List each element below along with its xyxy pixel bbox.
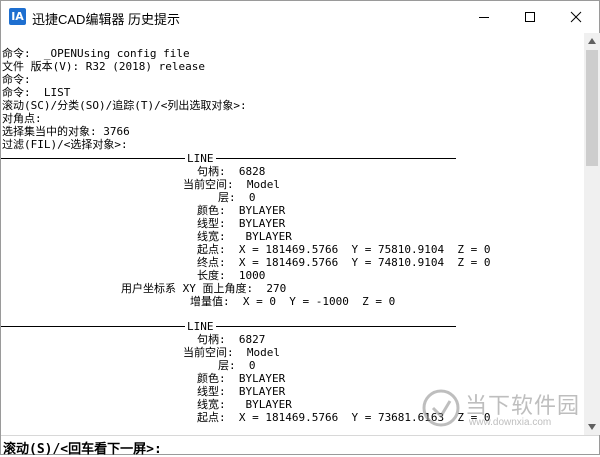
command-prompt-bar[interactable]: 滚动(S)/<回车看下一屏>:: [1, 435, 599, 457]
entity-property: 当前空间: Model: [183, 346, 280, 359]
history-line: 选择集当中的对象: 3766: [2, 125, 130, 138]
entity-property: 当前空间: Model: [183, 178, 280, 191]
entity-type-label: LINE: [185, 152, 216, 165]
minimize-button[interactable]: [461, 1, 507, 33]
command-prompt: 滚动(S)/<回车看下一屏>:: [3, 442, 162, 457]
title-bar[interactable]: IA 迅捷CAD编辑器 历史提示: [1, 1, 599, 33]
history-line: 命令:: [2, 73, 31, 86]
entity-property: 颜色: BYLAYER: [197, 372, 286, 385]
history-line: 命令: _OPENUsing config file: [2, 47, 190, 60]
entity-property: 起点: X = 181469.5766 Y = 75810.9104 Z = 0: [197, 243, 491, 256]
scroll-thumb[interactable]: [586, 50, 598, 166]
entity-property: 长度: 1000: [197, 269, 266, 282]
window-title: 迅捷CAD编辑器 历史提示: [32, 12, 181, 27]
entity-property: 用户坐标系 XY 面上角度: 270: [121, 282, 287, 295]
scroll-up-button[interactable]: [584, 33, 600, 49]
chevron-down-icon: [588, 424, 596, 430]
entity-property: 起点: X = 181469.5766 Y = 73681.6163 Z = 0: [197, 411, 491, 424]
history-line: 滚动(SC)/分类(SO)/追踪(T)/<列出选取对象>:: [2, 99, 247, 112]
close-icon: [570, 11, 582, 23]
close-button[interactable]: [553, 1, 599, 33]
entity-property: 增量值: X = 0 Y = -1000 Z = 0: [190, 295, 396, 308]
entity-property: 终点: X = 181469.5766 Y = 74810.9104 Z = 0: [197, 256, 491, 269]
entity-separator: [1, 326, 456, 327]
history-window: IA 迅捷CAD编辑器 历史提示 命令: _OPENUsing config f…: [0, 0, 600, 457]
entity-property: 线宽: BYLAYER: [197, 398, 292, 411]
history-line: 命令: LIST: [2, 86, 71, 99]
app-logo-icon: IA: [9, 8, 26, 25]
minimize-icon: [479, 17, 489, 18]
entity-type-label: LINE: [185, 320, 216, 333]
history-line: 文件 版本(V): R32 (2018) release: [2, 60, 205, 73]
history-console[interactable]: 命令: _OPENUsing config file 文件 版本(V): R32…: [1, 33, 584, 435]
maximize-icon: [525, 12, 535, 22]
entity-property: 层: 0: [218, 191, 256, 204]
chevron-up-icon: [588, 38, 596, 44]
entity-separator: [1, 158, 456, 159]
scroll-down-button[interactable]: [584, 419, 600, 435]
vertical-scrollbar[interactable]: [584, 33, 600, 435]
entity-property: 句柄: 6827: [197, 333, 266, 346]
entity-property: 线型: BYLAYER: [197, 217, 286, 230]
entity-property: 颜色: BYLAYER: [197, 204, 286, 217]
history-line: 对角点:: [2, 112, 42, 125]
entity-property: 句柄: 6828: [197, 165, 266, 178]
history-line: 过滤(FIL)/<选择对象>:: [2, 138, 128, 151]
entity-property: 线型: BYLAYER: [197, 385, 286, 398]
maximize-button[interactable]: [507, 1, 553, 33]
entity-property: 层: 0: [218, 359, 256, 372]
entity-property: 线宽: BYLAYER: [197, 230, 292, 243]
